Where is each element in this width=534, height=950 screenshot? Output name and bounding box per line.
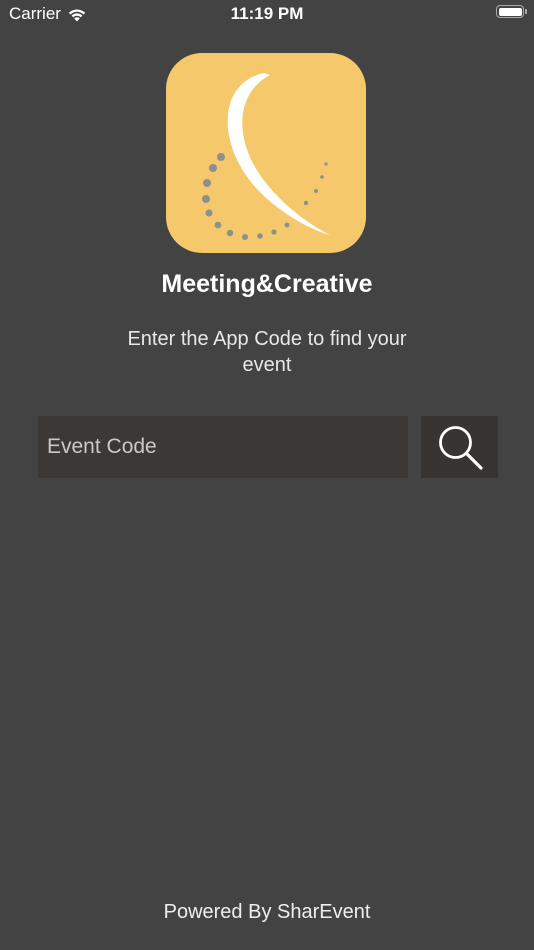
footer-powered-by: Powered By SharEvent bbox=[163, 901, 371, 923]
logo-swoosh-icon bbox=[202, 73, 330, 240]
search-row bbox=[38, 416, 498, 478]
status-time: 11:19 PM bbox=[230, 4, 304, 23]
search-icon bbox=[438, 426, 483, 470]
battery-icon bbox=[496, 5, 527, 18]
status-bar: Carrier 11:19 PM bbox=[0, 0, 534, 28]
instruction-text: Enter the App Code to find your event bbox=[127, 328, 407, 376]
event-code-input[interactable] bbox=[38, 416, 408, 478]
app-name: Meeting&Creative bbox=[161, 270, 373, 298]
battery-level bbox=[498, 7, 522, 16]
app-logo bbox=[166, 53, 366, 253]
search-button[interactable] bbox=[421, 416, 498, 478]
